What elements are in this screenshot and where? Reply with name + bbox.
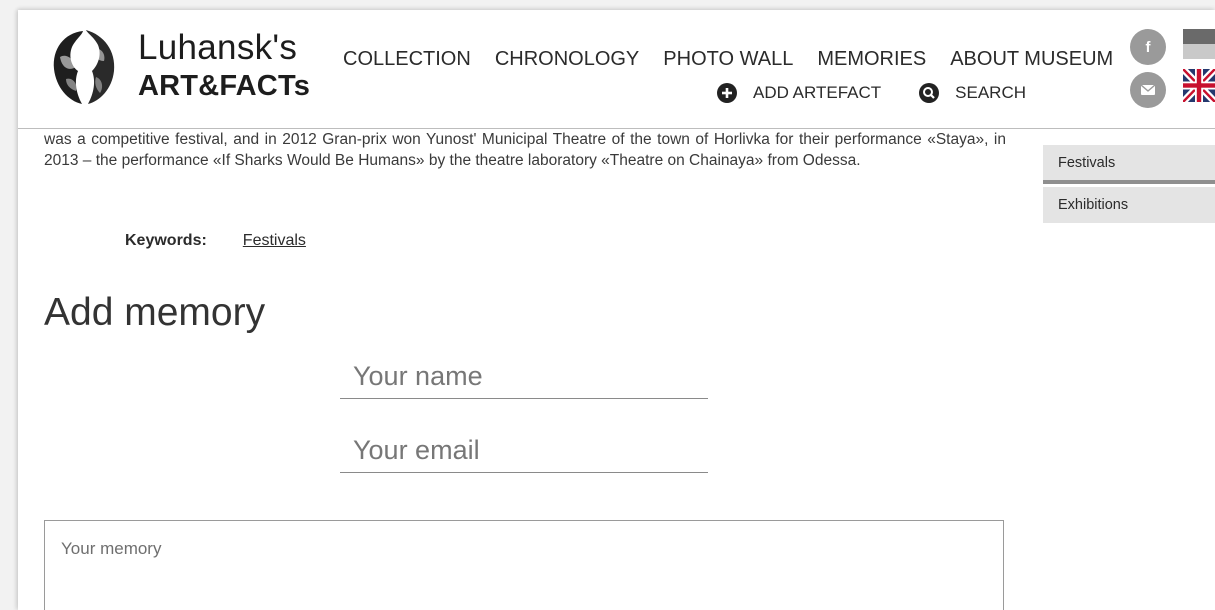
keywords: Keywords: Festivals bbox=[125, 232, 306, 250]
keyword-link-festivals[interactable]: Festivals bbox=[243, 232, 306, 250]
sidebar-tag-exhibitions[interactable]: Exhibitions bbox=[1043, 187, 1215, 223]
add-memory-title: Add memory bbox=[44, 291, 266, 334]
memory-textarea[interactable] bbox=[44, 520, 1004, 610]
keywords-label: Keywords: bbox=[125, 232, 207, 249]
add-artefact-button[interactable]: ADD ARTEFACT bbox=[717, 83, 881, 103]
email-field[interactable] bbox=[340, 429, 708, 473]
name-field[interactable] bbox=[340, 355, 708, 399]
sidebar-divider bbox=[1043, 180, 1215, 184]
nav-about-museum[interactable]: ABOUT MUSEUM bbox=[950, 48, 1113, 71]
search-button[interactable]: SEARCH bbox=[919, 83, 1026, 103]
nav-memories[interactable]: MEMORIES bbox=[817, 48, 926, 71]
page: Luhansk's ART&FACTs COLLECTION CHRONOLOG… bbox=[18, 10, 1215, 610]
english-flag-icon[interactable] bbox=[1183, 69, 1215, 102]
article-text: was a competitive festival, and in 2012 … bbox=[44, 131, 1006, 169]
email-icon[interactable] bbox=[1130, 72, 1166, 108]
brand-subtitle[interactable]: ART&FACTs bbox=[138, 70, 310, 103]
nav-photo-wall[interactable]: PHOTO WALL bbox=[663, 48, 793, 71]
nav-chronology[interactable]: CHRONOLOGY bbox=[495, 48, 639, 71]
header-actions: ADD ARTEFACT SEARCH bbox=[717, 83, 1026, 103]
search-label: SEARCH bbox=[955, 83, 1027, 102]
add-artefact-label: ADD ARTEFACT bbox=[753, 83, 882, 102]
facebook-icon[interactable]: f bbox=[1130, 29, 1166, 65]
museum-logo-icon[interactable] bbox=[46, 27, 121, 107]
search-icon bbox=[919, 83, 940, 103]
language-flag-icon[interactable] bbox=[1183, 29, 1215, 59]
sidebar-tag-festivals[interactable]: Festivals bbox=[1043, 145, 1215, 181]
main-nav: COLLECTION CHRONOLOGY PHOTO WALL MEMORIE… bbox=[343, 48, 1113, 71]
plus-circle-icon bbox=[717, 83, 737, 103]
site-header: Luhansk's ART&FACTs COLLECTION CHRONOLOG… bbox=[18, 10, 1215, 129]
brand-title[interactable]: Luhansk's bbox=[138, 28, 297, 68]
nav-collection[interactable]: COLLECTION bbox=[343, 48, 471, 71]
